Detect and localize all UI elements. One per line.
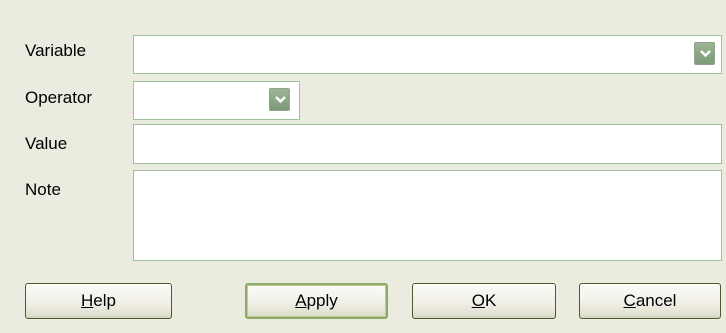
variable-combobox[interactable] (133, 35, 722, 74)
apply-button[interactable]: Apply (245, 283, 388, 319)
value-input[interactable] (133, 124, 722, 164)
cancel-button-mnemonic: C (623, 291, 636, 310)
note-textarea[interactable] (133, 170, 722, 261)
help-button[interactable]: Help (25, 283, 172, 319)
note-label: Note (25, 180, 61, 199)
apply-button-label: pply (306, 291, 338, 310)
chevron-down-icon (700, 50, 711, 58)
variable-dropdown-button[interactable] (694, 42, 715, 65)
operator-dropdown-button[interactable] (269, 88, 290, 111)
cancel-button-label: ancel (635, 291, 677, 310)
help-button-mnemonic: H (81, 291, 94, 310)
ok-button-label: K (484, 291, 497, 310)
operator-label: Operator (25, 88, 93, 107)
variable-label: Variable (25, 41, 87, 60)
value-label: Value (25, 134, 68, 153)
chevron-down-icon (275, 96, 286, 104)
ok-button-mnemonic: O (471, 291, 485, 310)
operator-combobox[interactable] (133, 81, 300, 120)
apply-button-mnemonic: A (295, 291, 307, 310)
ok-button[interactable]: OK (412, 283, 556, 319)
help-button-label: elp (93, 291, 116, 310)
cancel-button[interactable]: Cancel (579, 283, 721, 319)
condition-dialog: Variable Operator Value Note Help Apply (0, 0, 726, 333)
